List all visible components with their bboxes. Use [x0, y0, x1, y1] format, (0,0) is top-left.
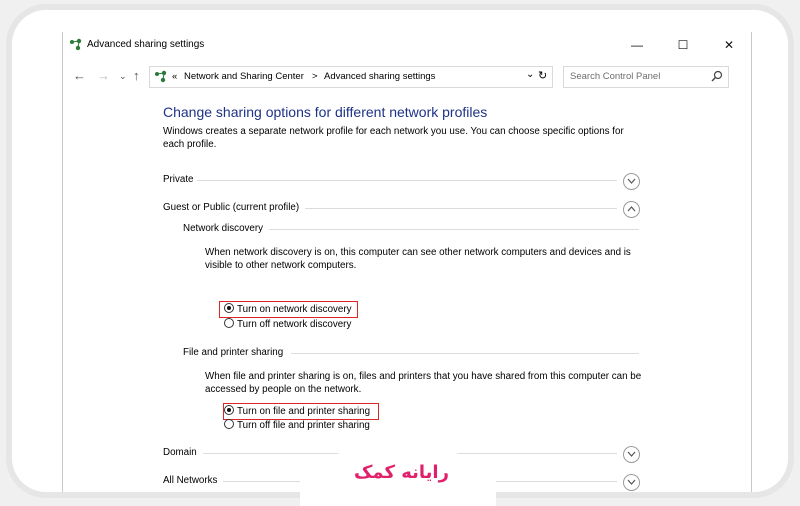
- profile-domain-label[interactable]: Domain: [163, 447, 197, 458]
- network-icon: [155, 70, 167, 83]
- search-icon[interactable]: [711, 70, 723, 82]
- divider: [305, 208, 617, 209]
- breadcrumb-network-sharing-center[interactable]: Network and Sharing Center: [184, 71, 304, 82]
- explorer-window: Advanced sharing settings — ☐ ✕ ← → ⌄ ↑ …: [62, 32, 752, 492]
- address-row: ← → ⌄ ↑ « Network and Sharing Center > A…: [63, 66, 751, 88]
- expand-private-chevron-icon[interactable]: [623, 173, 640, 190]
- radio-network-discovery-off[interactable]: Turn off network discovery: [224, 318, 351, 330]
- breadcrumb-separator[interactable]: >: [312, 71, 318, 82]
- breadcrumb-advanced-sharing[interactable]: Advanced sharing settings: [324, 71, 435, 82]
- address-dropdown-icon[interactable]: ⌄: [526, 69, 534, 80]
- title-bar: Advanced sharing settings — ☐ ✕: [63, 32, 751, 60]
- profile-guest-public-label[interactable]: Guest or Public (current profile): [163, 202, 299, 213]
- radio-file-sharing-off[interactable]: Turn off file and printer sharing: [224, 419, 370, 431]
- radio-unselected-icon: [224, 318, 234, 328]
- refresh-icon[interactable]: ↻: [538, 69, 547, 82]
- breadcrumb-overflow[interactable]: «: [172, 71, 177, 82]
- close-button[interactable]: ✕: [717, 36, 741, 54]
- expand-domain-chevron-icon[interactable]: [623, 446, 640, 463]
- back-arrow-icon[interactable]: ←: [73, 68, 86, 83]
- radio-selected-icon: [224, 303, 234, 313]
- collapse-guest-public-chevron-icon[interactable]: [623, 201, 640, 218]
- network-icon: [70, 38, 82, 51]
- profile-private-label[interactable]: Private: [163, 174, 194, 185]
- radio-network-discovery-on-label: Turn on network discovery: [237, 304, 352, 315]
- radio-unselected-icon: [224, 419, 234, 429]
- search-placeholder: Search Control Panel: [570, 71, 661, 82]
- page-description: Windows creates a separate network profi…: [163, 126, 624, 150]
- recent-chevron-icon[interactable]: ⌄: [119, 71, 127, 82]
- network-discovery-text: When network discovery is on, this compu…: [205, 247, 631, 271]
- screenshot-frame: Advanced sharing settings — ☐ ✕ ← → ⌄ ↑ …: [12, 10, 788, 492]
- file-printer-sharing-title: File and printer sharing: [183, 347, 284, 358]
- maximize-button[interactable]: ☐: [671, 36, 695, 54]
- radio-network-discovery-off-label: Turn off network discovery: [237, 319, 352, 330]
- divider: [269, 229, 639, 230]
- expand-all-networks-chevron-icon[interactable]: [623, 474, 640, 491]
- radio-selected-icon: [224, 405, 234, 415]
- network-discovery-title: Network discovery: [183, 223, 264, 234]
- search-input[interactable]: Search Control Panel: [563, 66, 729, 88]
- forward-arrow-icon[interactable]: →: [97, 68, 110, 83]
- divider: [197, 180, 617, 181]
- address-bar[interactable]: « Network and Sharing Center > Advanced …: [149, 66, 553, 88]
- profile-all-networks-label[interactable]: All Networks: [163, 475, 217, 486]
- page-heading: Change sharing options for different net…: [163, 104, 488, 120]
- radio-file-sharing-on[interactable]: Turn on file and printer sharing: [224, 405, 370, 417]
- radio-file-sharing-off-label: Turn off file and printer sharing: [237, 420, 370, 431]
- watermark-logo: رایانه کمک: [354, 462, 449, 483]
- radio-network-discovery-on[interactable]: Turn on network discovery: [224, 303, 352, 315]
- file-printer-sharing-text: When file and printer sharing is on, fil…: [205, 371, 642, 395]
- divider: [291, 353, 639, 354]
- radio-file-sharing-on-label: Turn on file and printer sharing: [237, 406, 371, 417]
- up-arrow-icon[interactable]: ↑: [133, 68, 140, 83]
- minimize-button[interactable]: —: [625, 36, 649, 54]
- window-title: Advanced sharing settings: [87, 39, 205, 50]
